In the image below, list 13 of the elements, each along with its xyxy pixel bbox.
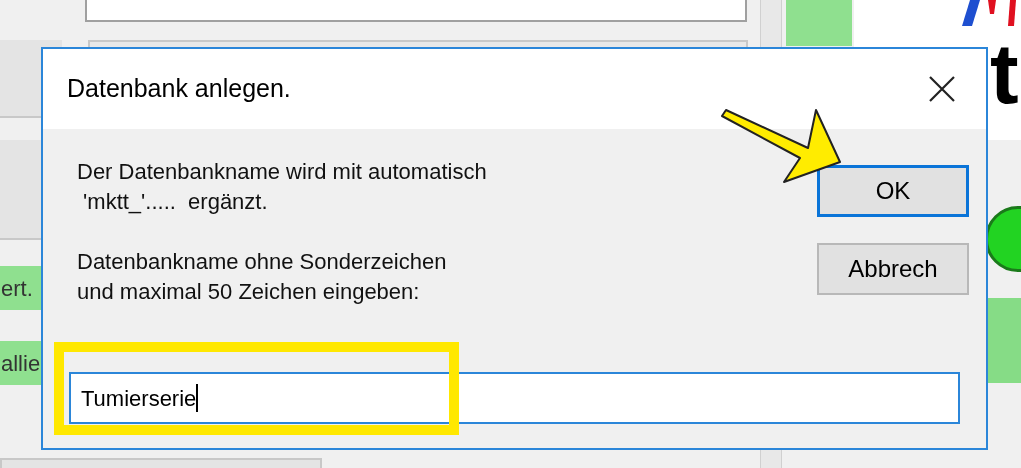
cancel-button[interactable]: Abbrech <box>817 243 969 295</box>
ok-button[interactable]: OK <box>817 165 969 217</box>
heading-text: t <box>990 30 1019 116</box>
text-field[interactable] <box>85 0 747 22</box>
close-icon <box>928 75 956 103</box>
status-block <box>786 0 852 46</box>
message-text: Datenbankname ohne Sonderzeichen und maximal 50 Zeichen eingeben: <box>77 248 447 306</box>
status-label: ert. <box>0 266 42 310</box>
arrow-icon <box>720 108 842 184</box>
window-title: Datenbank anlegen. <box>67 73 291 105</box>
status-label: allie <box>0 341 42 385</box>
input-field[interactable]: Tumierserie <box>69 372 960 424</box>
message-text: Der Datenbankname wird mit automatisch 'mktt_'..... ergänzt. <box>77 158 487 216</box>
